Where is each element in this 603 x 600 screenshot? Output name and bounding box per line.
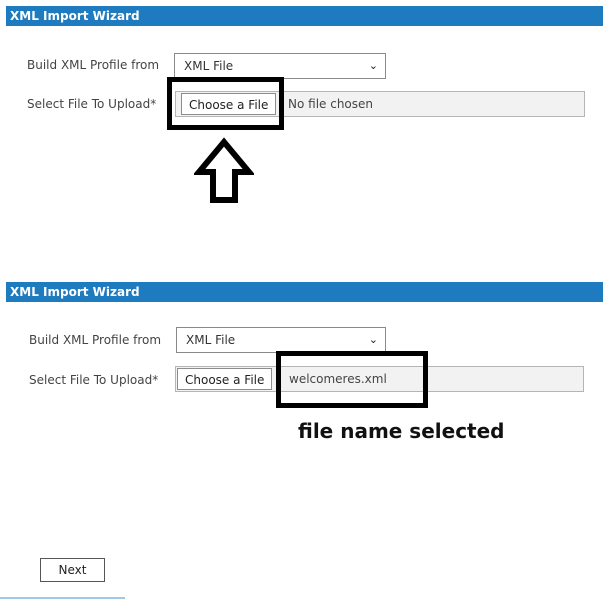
file-upload-label: Select File To Upload*	[29, 373, 159, 387]
chevron-down-icon: ⌄	[368, 59, 378, 72]
wizard-header-top: XML Import Wizard	[6, 6, 603, 26]
divider	[0, 597, 125, 599]
up-arrow-icon	[194, 137, 254, 203]
choose-file-highlight	[167, 77, 284, 130]
filename-highlight	[276, 351, 428, 408]
wizard-header-bottom: XML Import Wizard	[6, 282, 603, 302]
choose-file-button[interactable]: Choose a File	[177, 368, 273, 390]
annotation-label: file name selected	[298, 419, 505, 443]
profile-select[interactable]: XML File ⌄	[174, 53, 386, 79]
profile-select-value: XML File	[184, 59, 234, 73]
wizard-title: XML Import Wizard	[10, 9, 140, 23]
profile-label: Build XML Profile from	[27, 58, 160, 72]
profile-select-value: XML File	[186, 333, 236, 347]
profile-select[interactable]: XML File ⌄	[176, 327, 386, 353]
chevron-down-icon: ⌄	[368, 333, 378, 346]
profile-label: Build XML Profile from	[29, 333, 162, 347]
file-status-text: No file chosen	[288, 97, 374, 111]
file-upload-label: Select File To Upload*	[27, 97, 157, 111]
wizard-title: XML Import Wizard	[10, 285, 140, 299]
next-button[interactable]: Next	[40, 558, 105, 582]
